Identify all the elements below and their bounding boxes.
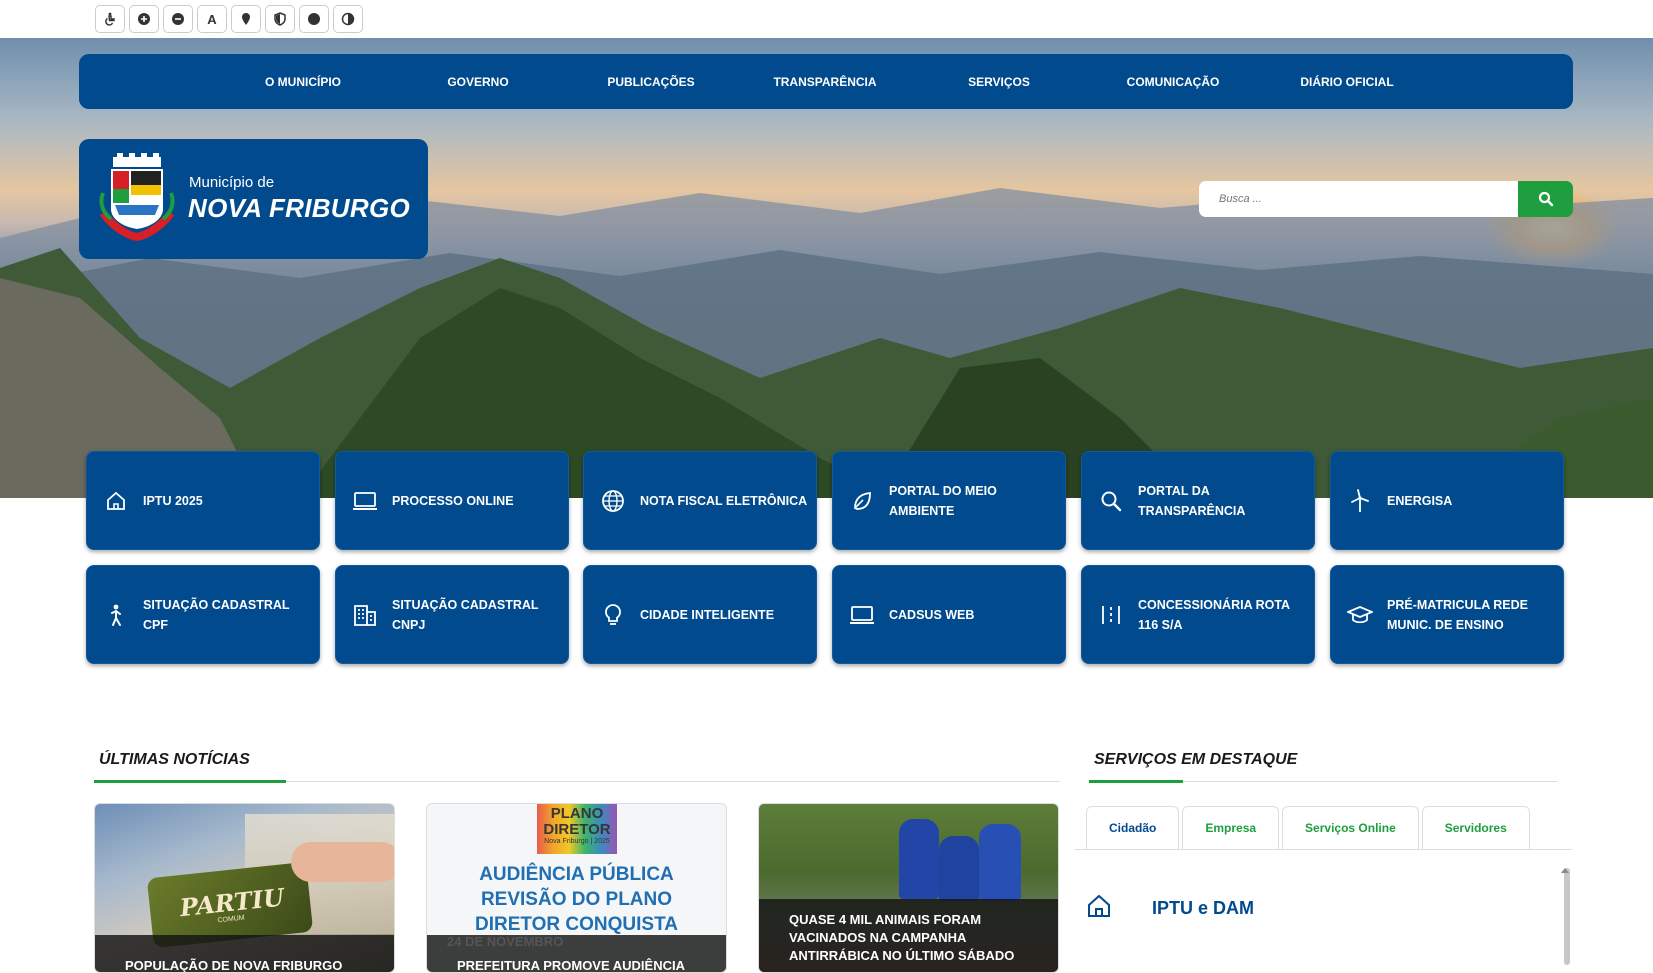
news-card-image-headline: AUDIÊNCIA PÚBLICA REVISÃO DO PLANO DIRET… (474, 864, 679, 935)
services-section-title: SERVIÇOS EM DESTAQUE (1094, 751, 1298, 768)
quick-link-label: SITUAÇÃO CADASTRAL CNPJ (392, 597, 539, 632)
services-divider-accent (1089, 780, 1183, 783)
graduation-cap-icon (1347, 602, 1373, 628)
laptop-icon (849, 602, 875, 628)
news-card-title: QUASE 4 MIL ANIMAIS FORAM VACINADOS NA C… (789, 912, 1015, 963)
news-card[interactable]: PARTIU COMUM POPULAÇÃO DE NOVA FRIBURGO (94, 803, 395, 973)
nav-item-servicos[interactable]: SERVIÇOS (968, 75, 1030, 89)
building-icon (352, 602, 378, 628)
quick-link-label: ENERGISA (1387, 493, 1453, 508)
font-button-label: A (207, 11, 217, 27)
person-image (939, 836, 979, 901)
person-icon (103, 602, 129, 628)
zoom-in-icon[interactable] (129, 5, 159, 33)
service-item-iptu-dam[interactable]: IPTU e DAM (1086, 893, 1254, 924)
quick-link-label: CONCESSIONÁRIA ROTA 116 S/A (1138, 597, 1290, 632)
coat-of-arms-icon (99, 153, 175, 242)
road-icon (1098, 602, 1124, 628)
quick-link-nota-fiscal[interactable]: NOTA FISCAL ELETRÔNICA (583, 451, 817, 550)
quick-link-label: PRÉ-MATRICULA REDE MUNIC. DE ENSINO (1387, 597, 1528, 632)
quick-link-rota-116[interactable]: CONCESSIONÁRIA ROTA 116 S/A (1081, 565, 1315, 664)
tab-cidadao[interactable]: Cidadão (1086, 806, 1180, 849)
scroll-up-icon[interactable] (1561, 868, 1569, 873)
transit-card-subtext: COMUM (217, 914, 246, 925)
quick-link-energisa[interactable]: ENERGISA (1330, 451, 1564, 550)
globe-icon (600, 488, 626, 514)
search-input[interactable] (1199, 181, 1518, 217)
quick-link-label: CIDADE INTELIGENTE (640, 607, 775, 622)
zoom-out-icon[interactable] (163, 5, 193, 33)
quick-link-meio-ambiente[interactable]: PORTAL DO MEIO AMBIENTE (832, 451, 1066, 550)
tab-servicos-online[interactable]: Serviços Online (1282, 806, 1419, 849)
tabs-divider (1075, 849, 1572, 850)
search-icon (1098, 488, 1124, 514)
plano-diretor-logo: PLANO DIRETOR Nova Friburgo | 2025 (537, 804, 617, 854)
person-image (899, 819, 939, 899)
laptop-icon (352, 488, 378, 514)
nav-item-governo[interactable]: GOVERNO (447, 75, 508, 89)
plano-diretor-logo-text: PLANO DIRETOR (543, 805, 611, 838)
service-item-label: IPTU e DAM (1152, 898, 1255, 918)
nav-item-publicacoes[interactable]: PUBLICAÇÕES (607, 75, 694, 89)
main-nav: O MUNICÍPIO GOVERNO PUBLICAÇÕES TRANSPAR… (79, 54, 1573, 109)
shield-icon[interactable] (265, 5, 295, 33)
news-card[interactable]: QUASE 4 MIL ANIMAIS FORAM VACINADOS NA C… (758, 803, 1059, 973)
dark-mode-icon[interactable] (299, 5, 329, 33)
nav-item-comunicacao[interactable]: COMUNICAÇÃO (1127, 75, 1220, 89)
lightbulb-icon (600, 602, 626, 628)
quick-link-iptu[interactable]: IPTU 2025 (86, 451, 320, 550)
search-bar (1199, 181, 1573, 217)
home-icon (1086, 893, 1112, 924)
logo-subtitle: Município de (189, 174, 275, 191)
person-image (979, 824, 1021, 901)
quick-link-cadastral-cpf[interactable]: SITUAÇÃO CADASTRAL CPF (86, 565, 320, 664)
plano-diretor-logo-sub: Nova Friburgo | 2025 (544, 838, 610, 845)
contrast-icon[interactable] (333, 5, 363, 33)
accessibility-toolbar: A (95, 5, 363, 33)
hand-image (291, 842, 394, 882)
nav-item-diario-oficial[interactable]: DIÁRIO OFICIAL (1300, 75, 1393, 89)
quick-link-label: PROCESSO ONLINE (392, 493, 514, 508)
nav-item-transparencia[interactable]: TRANSPARÊNCIA (773, 75, 876, 89)
quick-link-transparencia[interactable]: PORTAL DA TRANSPARÊNCIA (1081, 451, 1315, 550)
quick-link-cadastral-cnpj[interactable]: SITUAÇÃO CADASTRAL CNPJ (335, 565, 569, 664)
news-card-caption: 24 DE NOVEMBRO PREFEITURA PROMOVE AUDIÊN… (427, 934, 726, 973)
search-button[interactable] (1518, 181, 1573, 217)
quick-link-label: NOTA FISCAL ELETRÔNICA (640, 493, 808, 508)
news-card-title: PREFEITURA PROMOVE AUDIÊNCIA (457, 958, 685, 973)
scrollbar[interactable] (1564, 868, 1570, 965)
quick-link-label: PORTAL DA TRANSPARÊNCIA (1138, 483, 1246, 518)
quick-link-cidade-inteligente[interactable]: CIDADE INTELIGENTE (583, 565, 817, 664)
wind-turbine-icon (1347, 488, 1373, 514)
news-card-date: 24 DE NOVEMBRO (447, 934, 564, 949)
news-card-caption: QUASE 4 MIL ANIMAIS FORAM VACINADOS NA C… (759, 899, 1058, 972)
quick-link-pre-matricula[interactable]: PRÉ-MATRICULA REDE MUNIC. DE ENSINO (1330, 565, 1564, 664)
news-card-title: POPULAÇÃO DE NOVA FRIBURGO (125, 958, 343, 973)
leaf-icon (849, 488, 875, 514)
accessibility-icon[interactable] (95, 5, 125, 33)
services-tabs: Cidadão Empresa Serviços Online Servidor… (1086, 806, 1530, 849)
quick-link-label: IPTU 2025 (143, 493, 203, 508)
tab-empresa[interactable]: Empresa (1182, 806, 1280, 849)
news-section-title: ÚLTIMAS NOTÍCIAS (99, 751, 250, 768)
font-size-button[interactable]: A (197, 5, 227, 33)
quick-link-processo-online[interactable]: PROCESSO ONLINE (335, 451, 569, 550)
news-divider-accent (94, 780, 286, 783)
quick-link-label: PORTAL DO MEIO AMBIENTE (889, 483, 997, 518)
search-icon (1538, 191, 1553, 207)
home-icon (103, 488, 129, 514)
nav-item-municipio[interactable]: O MUNICÍPIO (265, 75, 341, 89)
tab-servidores[interactable]: Servidores (1421, 806, 1530, 849)
quick-link-label: CADSUS WEB (889, 607, 975, 622)
news-card[interactable]: PLANO DIRETOR Nova Friburgo | 2025 AUDIÊ… (426, 803, 727, 973)
quick-link-cadsus-web[interactable]: CADSUS WEB (832, 565, 1066, 664)
site-logo[interactable]: Município de NOVA FRIBURGO (79, 139, 428, 259)
location-icon[interactable] (231, 5, 261, 33)
quick-link-label: SITUAÇÃO CADASTRAL CPF (143, 597, 290, 632)
news-card-caption: POPULAÇÃO DE NOVA FRIBURGO (95, 935, 394, 972)
logo-title: NOVA FRIBURGO (188, 193, 411, 223)
